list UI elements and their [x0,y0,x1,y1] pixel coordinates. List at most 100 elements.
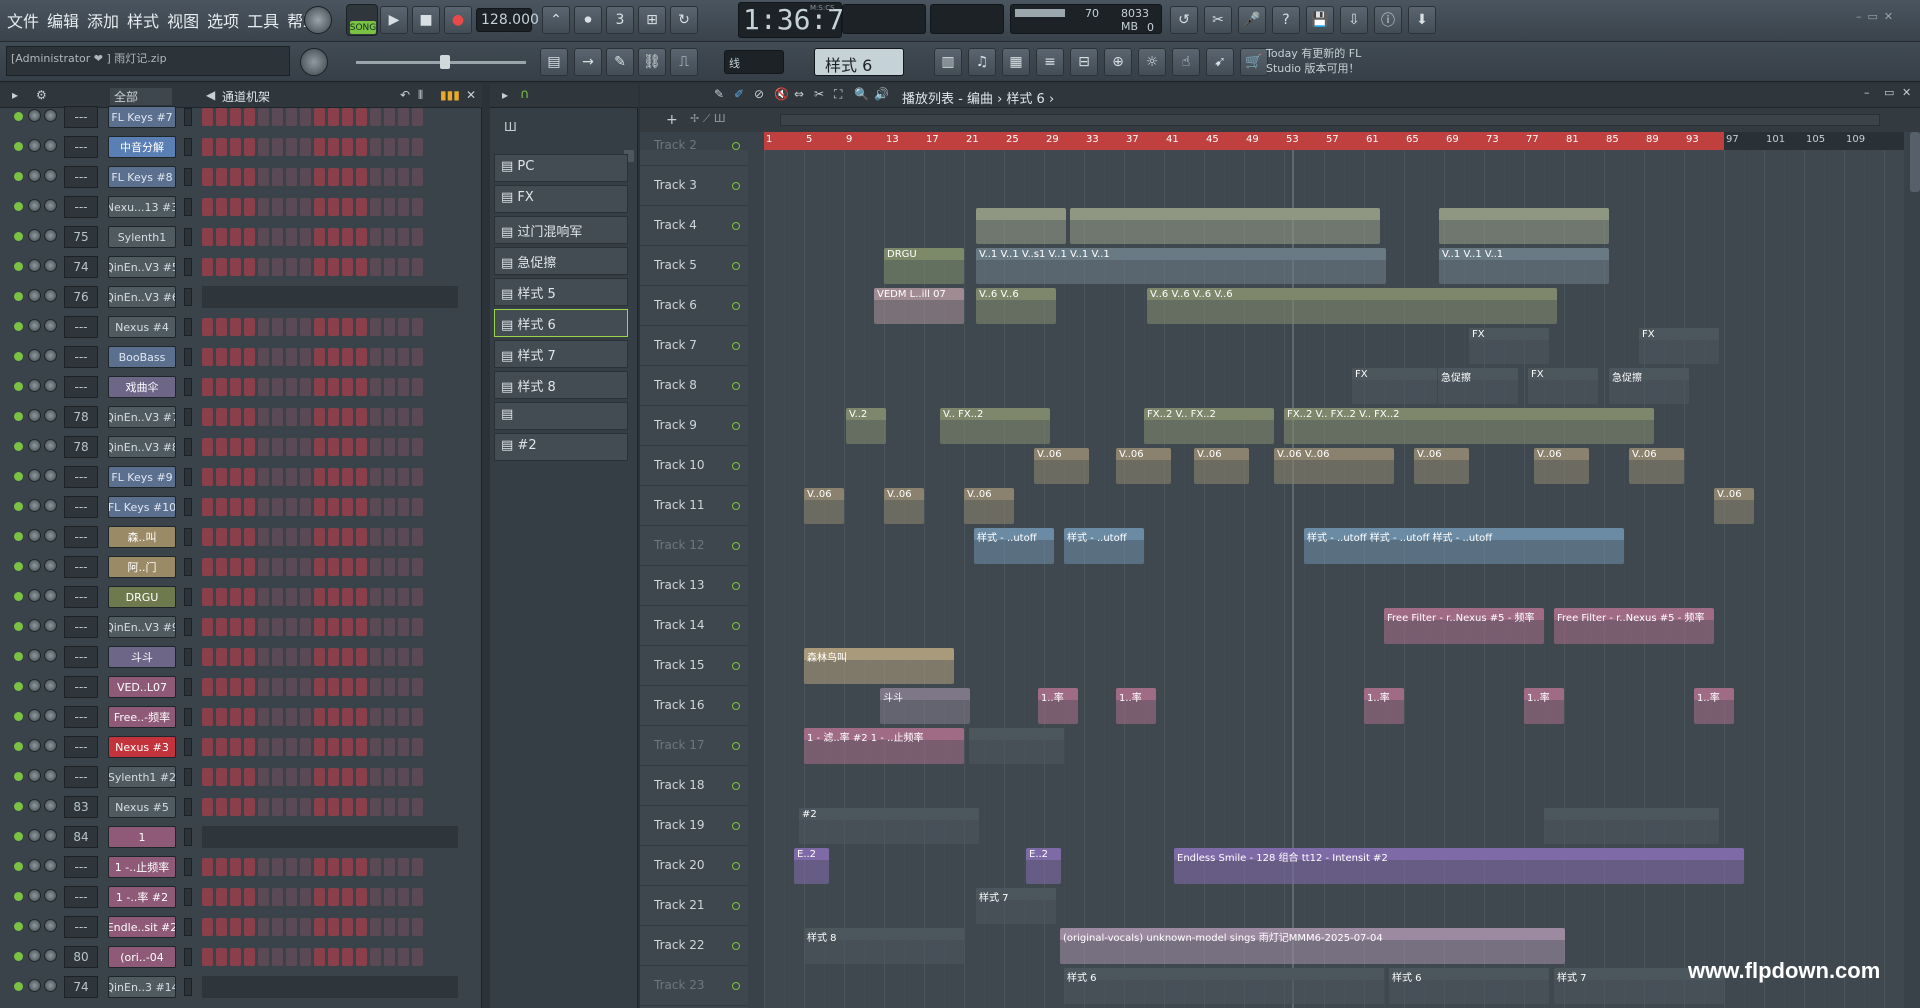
step-button[interactable] [286,138,297,156]
mixer-track-number[interactable]: --- [64,526,98,548]
playlist-clip[interactable]: 样式 6 [1064,968,1384,1004]
step-button[interactable] [300,648,311,666]
step-button[interactable] [286,768,297,786]
pattern-item[interactable]: ▤ 样式 8 [494,371,628,399]
rack-steps-icon[interactable]: ▮▮▮ [440,88,460,102]
channel-pan-knob[interactable] [44,139,57,152]
cut-icon[interactable]: ✂ [1204,6,1232,34]
channel-enable-led[interactable] [14,802,23,811]
step-button[interactable] [342,168,353,186]
track-header[interactable]: Track 18 [640,766,748,806]
step-button[interactable] [342,528,353,546]
mixer-track-number[interactable]: --- [64,466,98,488]
step-button[interactable] [272,408,283,426]
track-active-led[interactable] [732,462,740,470]
step-button[interactable] [300,588,311,606]
step-button[interactable] [398,318,409,336]
step-button[interactable] [314,948,325,966]
step-button[interactable] [272,528,283,546]
step-button[interactable] [258,888,269,906]
step-button[interactable] [314,768,325,786]
track-header[interactable]: Track 13 [640,566,748,606]
step-button[interactable] [202,408,213,426]
pattern-item[interactable]: ▤ 样式 6 [494,309,628,337]
channel-enable-led[interactable] [14,142,23,151]
step-button[interactable] [356,738,367,756]
step-button[interactable] [384,798,395,816]
step-button[interactable] [328,588,339,606]
step-button[interactable] [412,768,423,786]
track-header[interactable]: Track 5 [640,246,748,286]
step-button[interactable] [244,918,255,936]
track-header[interactable]: Track 6 [640,286,748,326]
step-button[interactable] [216,768,227,786]
step-button[interactable] [314,378,325,396]
step-button[interactable] [300,888,311,906]
mixer-track-number[interactable]: 74 [64,976,98,998]
step-button[interactable] [342,738,353,756]
mixer-track-number[interactable]: 78 [64,436,98,458]
step-button[interactable] [370,198,381,216]
step-button[interactable] [258,528,269,546]
track-active-led[interactable] [732,542,740,550]
mixer-track-number[interactable]: --- [64,166,98,188]
track-header[interactable]: Track 8 [640,366,748,406]
mixer-track-number[interactable]: 75 [64,226,98,248]
step-button[interactable] [216,528,227,546]
playlist-clip[interactable]: V..1 V..1 V..s1 V..1 V..1 V..1 [976,248,1386,284]
step-button[interactable] [398,408,409,426]
channel-pan-knob[interactable] [44,829,57,842]
countdown-icon[interactable]: 3 [606,6,634,34]
step-button[interactable] [384,348,395,366]
channel-enable-led[interactable] [14,262,23,271]
channel-select-indicator[interactable] [184,978,192,996]
channel-pan-knob[interactable] [44,919,57,932]
step-button[interactable] [314,528,325,546]
rack-options-icon[interactable]: ⚙ [36,88,47,102]
step-button[interactable] [300,438,311,456]
step-button[interactable] [258,228,269,246]
pattern-item[interactable]: ▤ [494,402,628,430]
channel-name-button[interactable]: FL Keys #7 [108,106,176,128]
step-button[interactable] [258,468,269,486]
step-button[interactable] [202,738,213,756]
channel-volume-knob[interactable] [28,979,41,992]
step-button[interactable] [370,618,381,636]
step-button[interactable] [356,708,367,726]
channel-graph-area[interactable] [202,976,458,998]
step-button[interactable] [412,648,423,666]
step-button[interactable] [412,858,423,876]
stamp-icon[interactable]: ⎍ [670,48,698,76]
step-button[interactable] [328,918,339,936]
rack-arrow-icon[interactable]: ▸ [12,88,18,102]
step-button[interactable] [314,258,325,276]
step-button[interactable] [272,468,283,486]
step-button[interactable] [244,678,255,696]
step-button[interactable] [328,198,339,216]
playlist-clip[interactable]: 样式 - ..utoff 样式 - ..utoff 样式 - ..utoff [1304,528,1624,564]
playlist-clip[interactable]: 急促擦 [1609,368,1689,404]
step-button[interactable] [328,438,339,456]
step-button[interactable] [398,948,409,966]
step-button[interactable] [412,198,423,216]
channel-select-indicator[interactable] [184,378,192,396]
step-button[interactable] [272,558,283,576]
step-button[interactable] [258,108,269,126]
step-button[interactable] [370,768,381,786]
step-button[interactable] [300,708,311,726]
channel-name-button[interactable]: Nexus #4 [108,316,176,338]
step-button[interactable] [328,648,339,666]
step-button[interactable] [258,168,269,186]
step-button[interactable] [314,708,325,726]
track-active-led[interactable] [732,382,740,390]
channel-enable-led[interactable] [14,592,23,601]
channel-pan-knob[interactable] [44,379,57,392]
channel-enable-led[interactable] [14,922,23,931]
track-active-led[interactable] [732,622,740,630]
undo-icon[interactable]: ↺ [1170,6,1198,34]
step-button[interactable] [300,318,311,336]
playlist-clip[interactable]: E..2 [794,848,829,884]
channel-enable-led[interactable] [14,232,23,241]
channel-select-indicator[interactable] [184,588,192,606]
channel-name-button[interactable]: QinEn..3 #14 [108,976,176,998]
